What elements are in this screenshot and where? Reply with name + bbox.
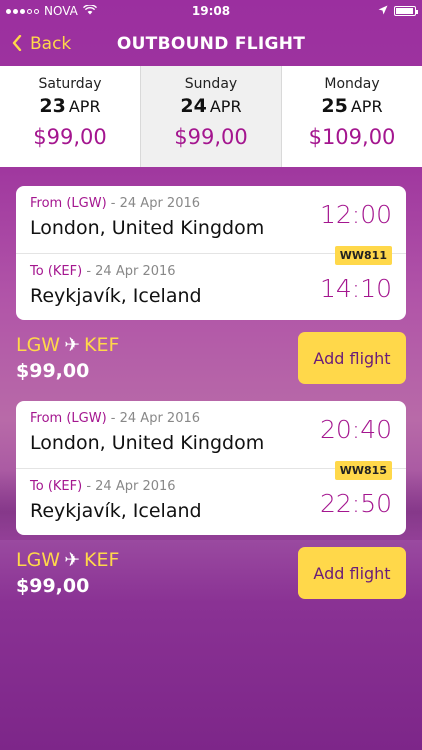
date-selector: Saturday 23 APR $99,00 Sunday 24 APR $99,0…: [0, 66, 422, 167]
signal-strength-icon: [6, 8, 39, 14]
date-tab-sunday[interactable]: Sunday 24 APR $99,00: [141, 66, 282, 167]
flight-price: $99,00: [16, 575, 90, 597]
arrival-airport-label: To (KEF): [30, 264, 83, 279]
location-arrow-icon: [378, 4, 388, 18]
day-of-week: Monday: [324, 76, 380, 92]
departure-leg: From (LGW) - 24 Apr 2016 London, United …: [16, 401, 406, 480]
flight-card[interactable]: From (LGW) - 24 Apr 2016 London, United …: [16, 401, 406, 535]
flight-price-row: LGW ✈ KEF $99,00 Add flight: [16, 332, 406, 386]
departure-time: 20:40: [319, 415, 392, 444]
route-destination: KEF: [84, 549, 120, 571]
day-price: $109,00: [308, 125, 396, 149]
flight-card[interactable]: From (LGW) - 24 Apr 2016 London, United …: [16, 186, 406, 320]
airplane-icon: ✈: [64, 334, 81, 356]
add-flight-button[interactable]: Add flight: [298, 547, 406, 599]
day-of-week: Sunday: [184, 76, 238, 92]
month-label: APR: [209, 97, 242, 116]
departure-date: - 24 Apr 2016: [110, 411, 201, 426]
arrival-time: 22:50: [319, 489, 392, 518]
flight-number-badge: WW811: [334, 246, 392, 265]
day-number: 23: [39, 95, 66, 117]
arrival-airport-label: To (KEF): [30, 479, 83, 494]
day-price: $99,00: [174, 125, 248, 149]
departure-airport-label: From (LGW): [30, 196, 107, 211]
date-tab-saturday[interactable]: Saturday 23 APR $99,00: [0, 66, 141, 167]
flight-price: $99,00: [16, 360, 90, 382]
carrier-name: NOVA: [44, 4, 78, 18]
day-price: $99,00: [33, 125, 107, 149]
route-destination: KEF: [84, 334, 120, 356]
route-origin: LGW: [16, 549, 61, 571]
route-origin: LGW: [16, 334, 61, 356]
flight-price-row: LGW ✈ KEF $99,00 Add flight: [16, 547, 406, 601]
status-bar: NOVA 19:08: [0, 0, 422, 22]
flight-number-badge: WW815: [334, 461, 392, 480]
month-label: APR: [350, 97, 383, 116]
route-label: LGW ✈ KEF: [16, 334, 119, 356]
month-label: APR: [68, 97, 101, 116]
route-label: LGW ✈ KEF: [16, 549, 119, 571]
page-title: OUTBOUND FLIGHT: [116, 34, 306, 54]
departure-airport-label: From (LGW): [30, 411, 107, 426]
departure-date: - 24 Apr 2016: [110, 196, 201, 211]
departure-time: 12:00: [319, 200, 392, 229]
back-label: Back: [30, 34, 72, 54]
arrival-time: 14:10: [319, 274, 392, 303]
date-tab-monday[interactable]: Monday 25 APR $109,00: [282, 66, 422, 167]
departure-leg: From (LGW) - 24 Apr 2016 London, United …: [16, 186, 406, 265]
arrival-date: - 24 Apr 2016: [86, 264, 176, 279]
chevron-left-icon: [12, 32, 22, 56]
airplane-icon: ✈: [64, 549, 81, 571]
arrival-date: - 24 Apr 2016: [86, 479, 176, 494]
day-number: 25: [321, 95, 348, 117]
back-button[interactable]: Back: [12, 32, 71, 56]
wifi-icon: [82, 3, 97, 18]
day-number: 24: [180, 95, 207, 117]
navigation-bar: Back OUTBOUND FLIGHT: [0, 22, 422, 66]
add-flight-button[interactable]: Add flight: [298, 332, 406, 384]
day-of-week: Saturday: [38, 76, 102, 92]
battery-icon: [394, 6, 418, 16]
